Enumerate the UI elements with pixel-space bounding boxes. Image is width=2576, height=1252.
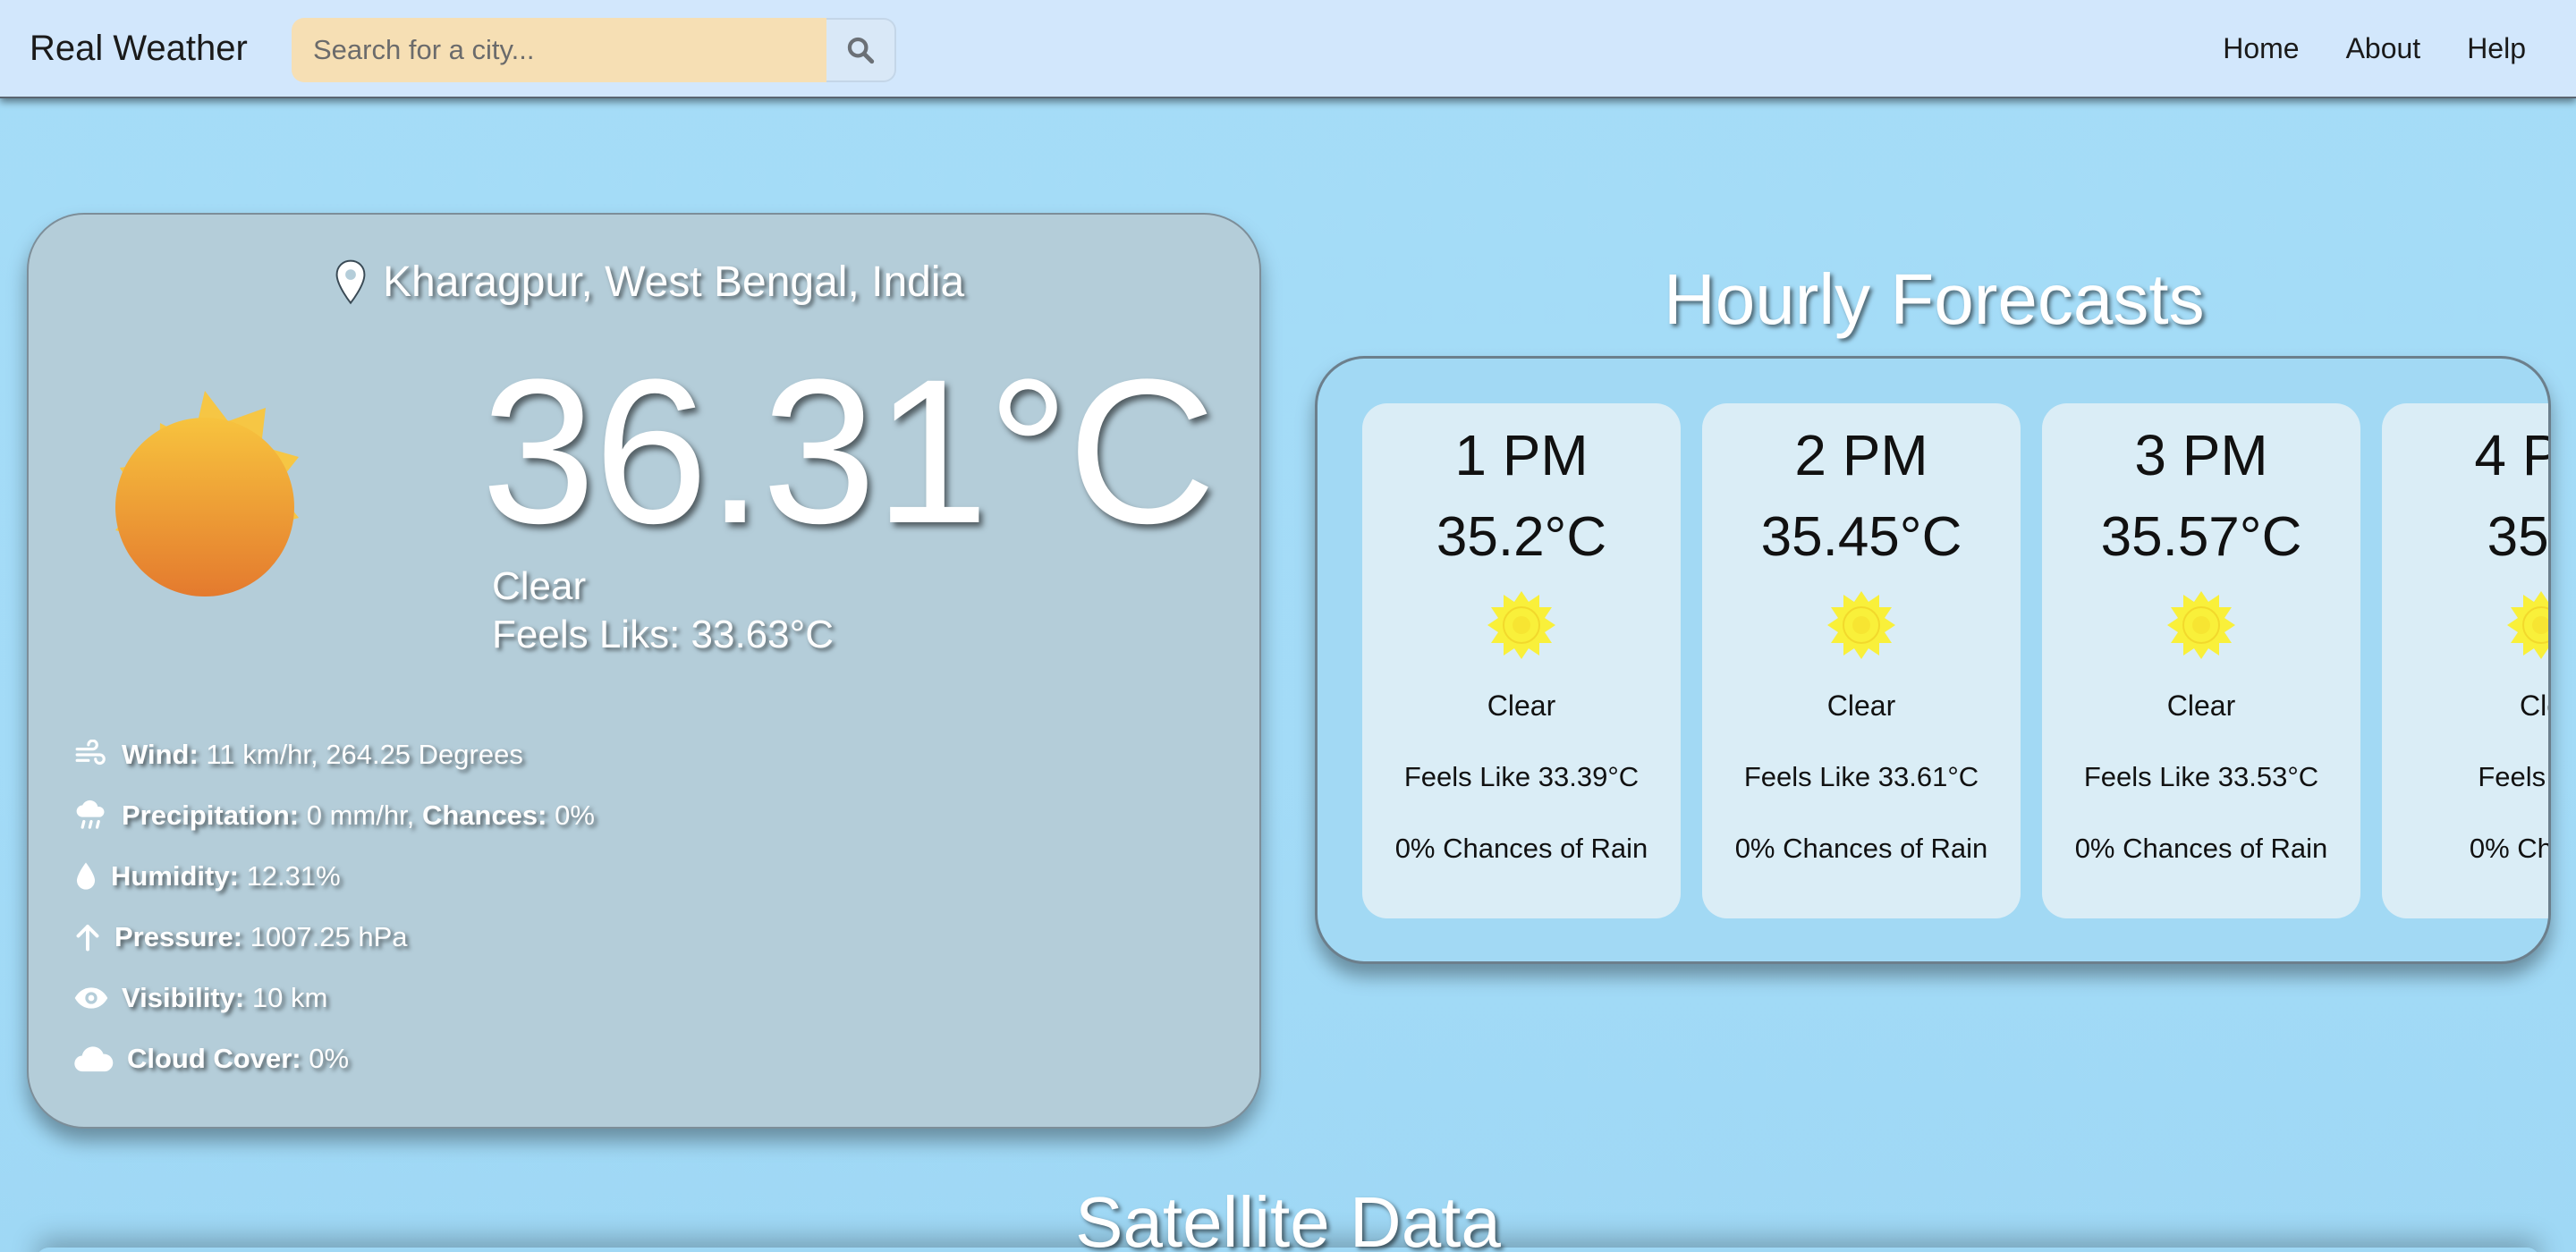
search-input[interactable] [292, 18, 826, 82]
cloud-cover-label: Cloud Cover: [127, 1043, 301, 1074]
search-icon [847, 37, 875, 64]
visibility-label: Visibility: [122, 982, 245, 1013]
hour-temp: 35.45°C [1760, 506, 1962, 568]
wind-icon [75, 740, 106, 766]
nav-about-link[interactable]: About [2346, 25, 2421, 72]
hour-condition: Clear [1826, 689, 1896, 722]
hourly-title: Hourly Forecasts [1664, 259, 2205, 339]
detail-humidity: Humidity: 12.31% [73, 846, 595, 907]
search-bar [292, 18, 896, 82]
sun-icon [115, 391, 299, 596]
hour-card: 4 PM 35.2 Cle Feels Like 0% Chance [2382, 403, 2549, 918]
detail-precipitation: Precipitation: 0 mm/hr, Chances: 0% [73, 785, 595, 846]
hour-card: 1 PM 35.2°C Clear Feels Like 33.39°C 0% … [1362, 403, 1681, 918]
hour-time: 4 PM [2474, 423, 2548, 487]
location: Kharagpur, West Bengal, India [333, 258, 964, 307]
brand-title[interactable]: Real Weather [30, 25, 248, 72]
humidity-value: 12.31% [246, 860, 341, 892]
arrow-up-icon [76, 925, 99, 952]
nav-home-link[interactable]: Home [2223, 25, 2299, 72]
location-pin-icon [335, 259, 366, 304]
navbar: Real Weather Home About Help [0, 0, 2576, 98]
precipitation-value: 0 mm/hr, [306, 799, 415, 831]
current-temperature: 36.31°C [481, 336, 1216, 566]
hour-time: 2 PM [1794, 423, 1928, 487]
hour-temp: 35.2°C [1436, 506, 1607, 568]
sun-icon [1827, 591, 1895, 659]
sun-icon [1487, 591, 1555, 659]
hour-feels-like: Feels Like 33.53°C [2083, 761, 2319, 792]
cloud-rain-icon [76, 799, 105, 829]
hour-temp: 35.2 [2487, 506, 2549, 568]
cloud-icon [74, 1046, 114, 1072]
pressure-value: 1007.25 hPa [250, 921, 408, 952]
precipitation-label: Precipitation: [122, 799, 300, 831]
humidity-label: Humidity: [111, 860, 239, 892]
hour-feels-like: Feels Like 33.61°C [1743, 761, 1979, 792]
satellite-title: Satellite Data [1075, 1182, 1501, 1252]
hour-condition: Cle [2519, 689, 2548, 722]
current-feels-like: Feels Liks: 33.63°C [492, 613, 834, 656]
detail-wind: Wind: 11 km/hr, 264.25 Degrees [73, 724, 595, 785]
detail-visibility: Visibility: 10 km [73, 968, 595, 1028]
hour-rain-chance: 0% Chances of Rain [1394, 833, 1648, 864]
weather-details: Wind: 11 km/hr, 264.25 Degrees Precipita… [73, 724, 595, 1089]
chances-label: Chances: [421, 799, 547, 831]
droplet-icon [76, 862, 96, 890]
hour-card: 2 PM 35.45°C Clear Feels Like 33.61°C 0%… [1702, 403, 2021, 918]
detail-cloud-cover: Cloud Cover: 0% [73, 1028, 595, 1089]
hour-feels-like: Feels Like 33.39°C [1403, 761, 1640, 792]
hour-temp: 35.57°C [2100, 506, 2302, 568]
nav-links: Home About Help [2223, 25, 2526, 72]
wind-label: Wind: [122, 739, 199, 770]
hour-rain-chance: 0% Chance [2469, 833, 2548, 864]
pressure-label: Pressure: [114, 921, 243, 952]
search-button[interactable] [826, 18, 896, 82]
chances-value: 0% [555, 799, 595, 831]
hour-time: 3 PM [2134, 423, 2268, 487]
hour-time: 1 PM [1454, 423, 1589, 487]
hourly-forecast-panel[interactable]: 1 PM 35.2°C Clear Feels Like 33.39°C 0% … [1315, 356, 2551, 964]
hour-condition: Clear [2166, 689, 2236, 722]
current-weather-card: Kharagpur, West Bengal, India 36.31°C Cl… [27, 213, 1261, 1129]
sun-icon [2167, 591, 2235, 659]
hour-card: 3 PM 35.57°C Clear Feels Like 33.53°C 0%… [2042, 403, 2360, 918]
sun-icon [2507, 591, 2548, 659]
eye-icon [74, 987, 108, 1009]
visibility-value: 10 km [251, 982, 328, 1013]
wind-value: 11 km/hr, 264.25 Degrees [206, 739, 523, 770]
hour-condition: Clear [1487, 689, 1556, 722]
hour-rain-chance: 0% Chances of Rain [2074, 833, 2328, 864]
cloud-cover-value: 0% [309, 1043, 350, 1074]
hour-rain-chance: 0% Chances of Rain [1734, 833, 1988, 864]
current-condition: Clear [492, 564, 587, 608]
hourly-track: 1 PM 35.2°C Clear Feels Like 33.39°C 0% … [1362, 403, 2549, 918]
nav-help-link[interactable]: Help [2467, 25, 2526, 72]
hour-feels-like: Feels Like [2478, 761, 2548, 792]
location-label: Kharagpur, West Bengal, India [383, 258, 965, 306]
detail-pressure: Pressure: 1007.25 hPa [73, 907, 595, 968]
